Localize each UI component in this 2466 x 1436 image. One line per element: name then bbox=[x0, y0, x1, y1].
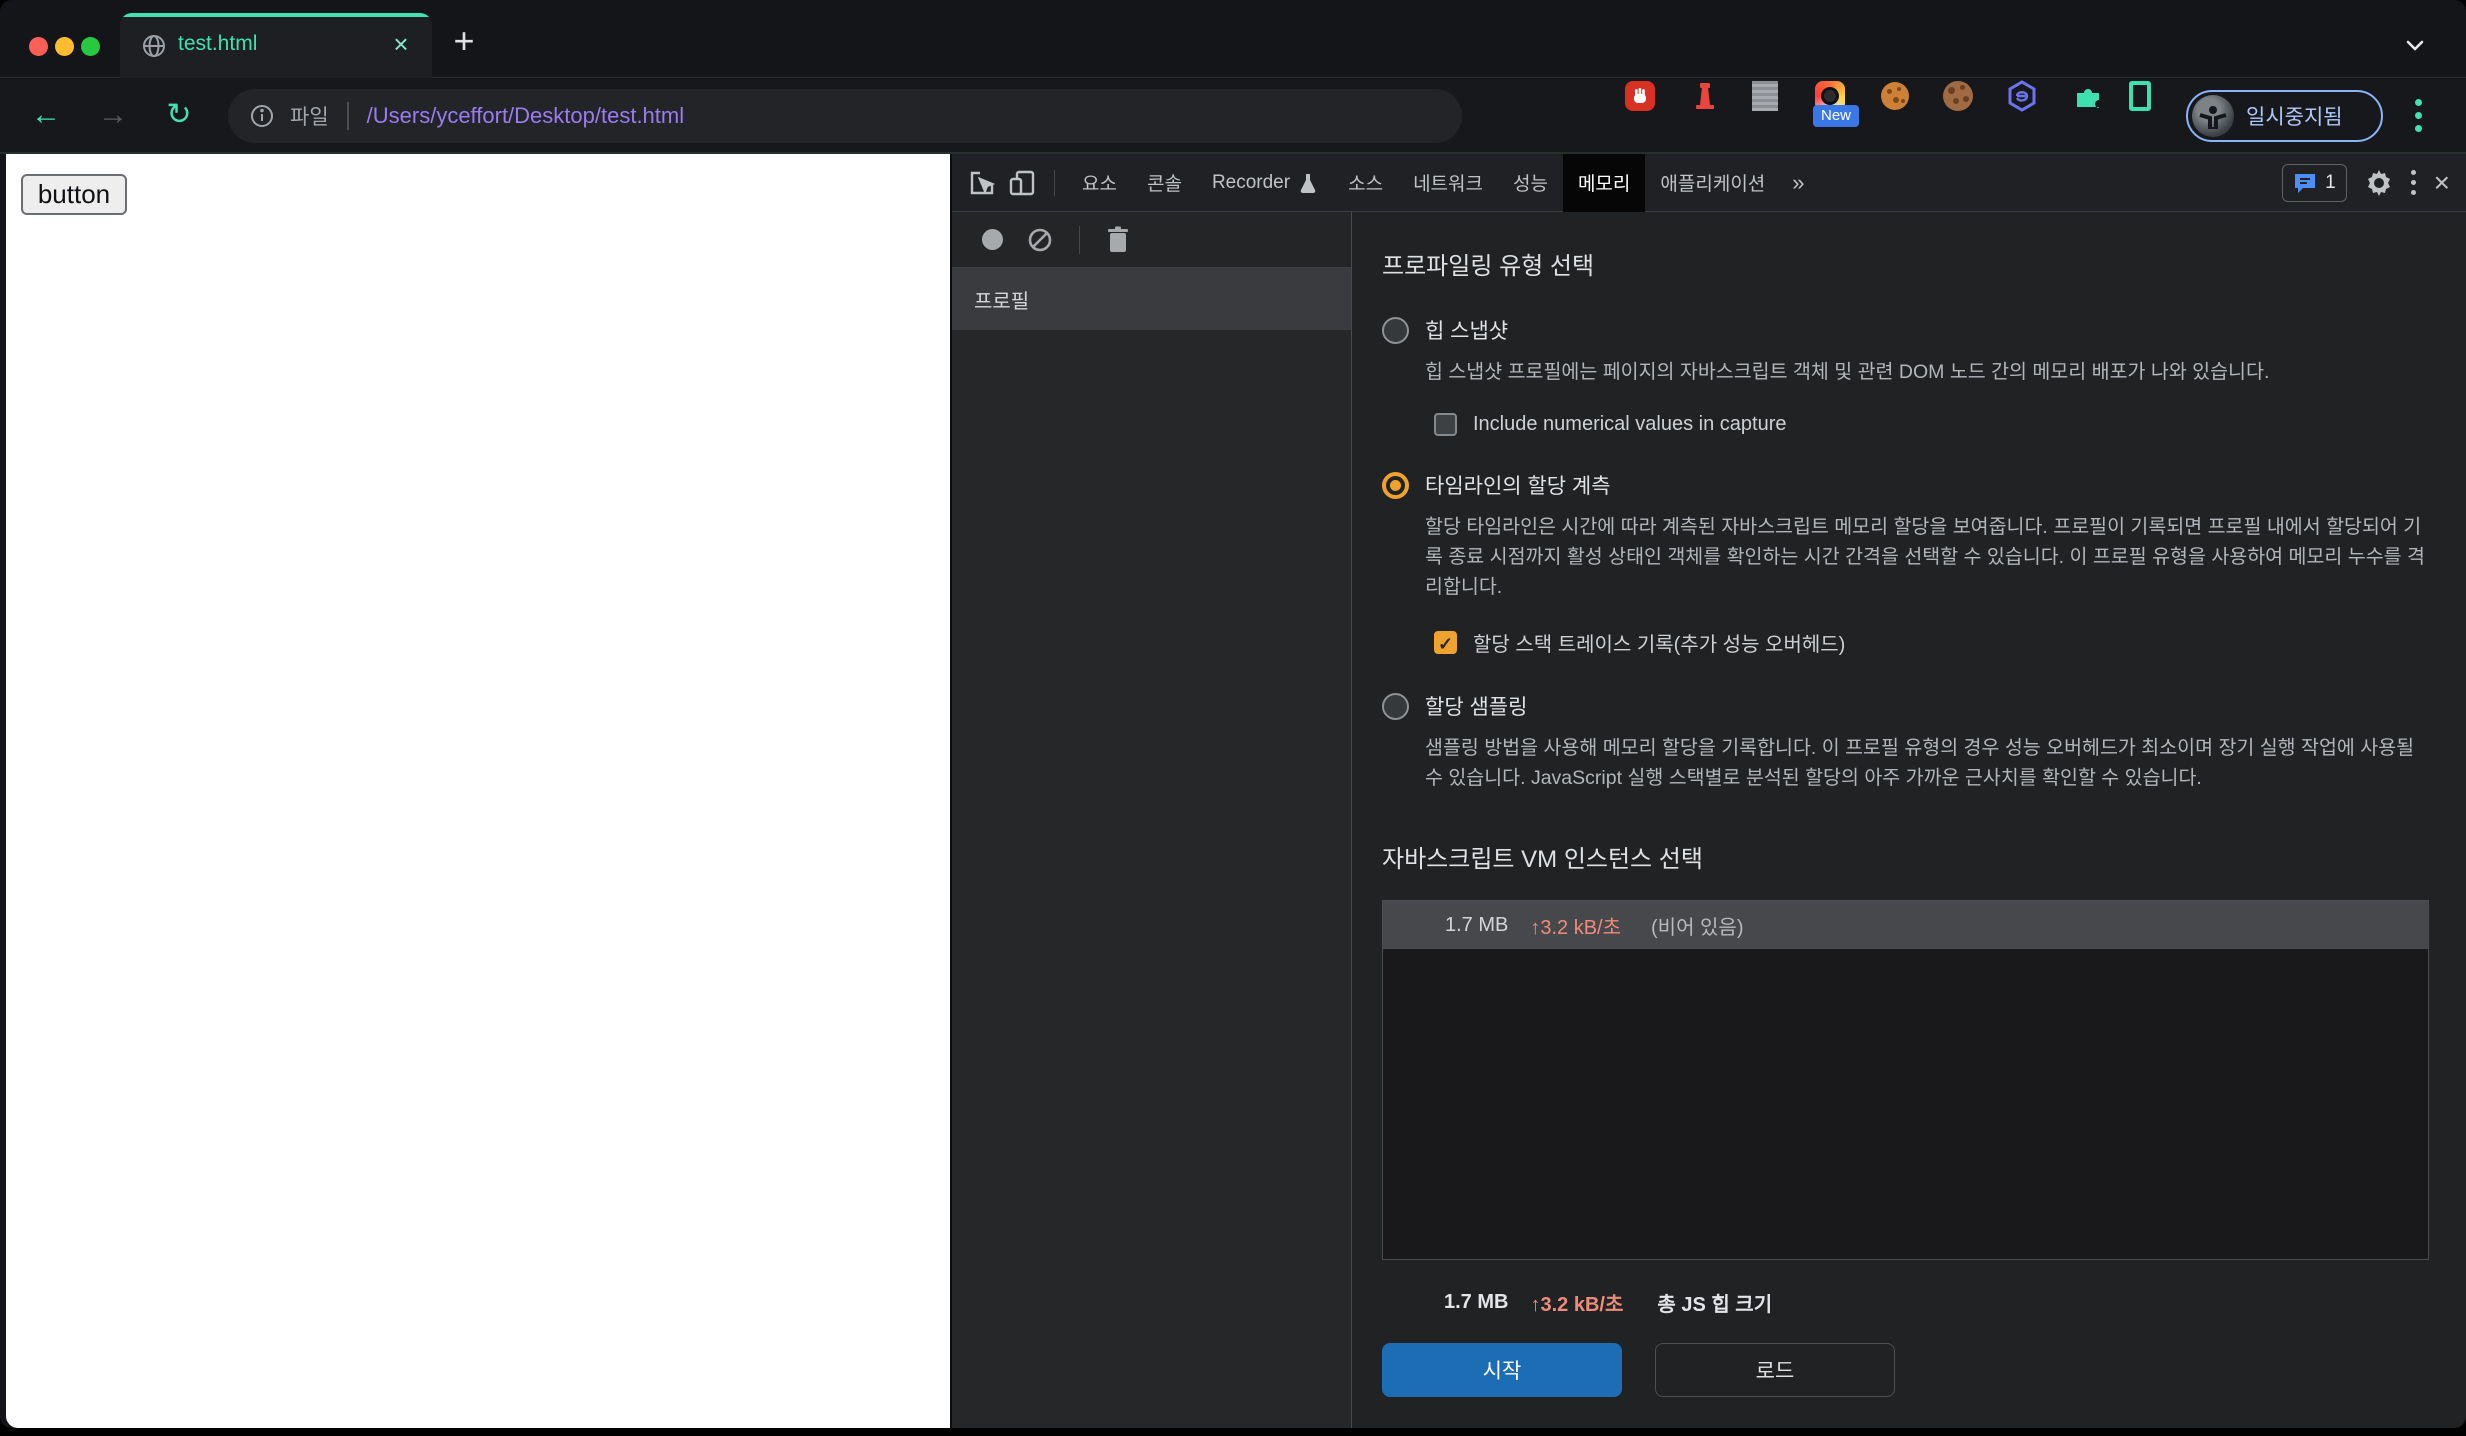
profile-status-label: 일시중지됨 bbox=[2246, 106, 2343, 129]
address-bar[interactable]: 파일 /Users/yceffort/Desktop/test.html bbox=[228, 89, 1462, 143]
profiles-sidebar-toolbar bbox=[952, 212, 1351, 268]
toolbar-divider bbox=[1054, 169, 1055, 196]
devtools-tab-recorder[interactable]: Recorder bbox=[1197, 154, 1333, 212]
traffic-close-button[interactable] bbox=[29, 37, 48, 56]
heap-snapshot-description: 힙 스냅샷 프로필에는 페이지의 자바스크립트 객체 및 관련 DOM 노드 간… bbox=[1425, 361, 2270, 383]
settings-gear-icon[interactable] bbox=[2365, 169, 2393, 197]
traffic-minimize-button[interactable] bbox=[55, 37, 74, 56]
window-frame-extension-icon[interactable] bbox=[2123, 79, 2157, 113]
reload-button[interactable]: ↻ bbox=[161, 97, 197, 133]
forward-button[interactable]: → bbox=[95, 97, 131, 133]
total-heap-label: 총 JS 힙 크기 bbox=[1657, 1294, 1773, 1316]
new-tab-button[interactable]: + bbox=[446, 23, 482, 60]
lighthouse-extension-icon[interactable] bbox=[1688, 79, 1722, 113]
devtools-tab-memory[interactable]: 메모리 bbox=[1562, 153, 1646, 212]
inspect-element-icon[interactable] bbox=[965, 166, 999, 200]
profiles-section-header[interactable]: 프로필 bbox=[952, 268, 1351, 330]
camera-new-extension-icon[interactable]: New bbox=[1813, 79, 1859, 127]
issues-count: 1 bbox=[2325, 171, 2336, 193]
delete-profile-trash-icon[interactable] bbox=[1106, 226, 1130, 254]
start-button[interactable]: 시작 bbox=[1382, 1343, 1622, 1397]
vm-instance-title: 자바스크립트 VM 인스턴스 선택 bbox=[1382, 846, 1703, 873]
gray-grid-extension-icon[interactable] bbox=[1748, 79, 1782, 113]
browser-window: test.html × + ← → ↻ 파일 /Users/yceffort/D… bbox=[0, 0, 2466, 1428]
adblock-hand-extension-icon[interactable] bbox=[1623, 79, 1657, 113]
browser-menu-icon[interactable] bbox=[2412, 99, 2424, 132]
total-heap-size: 1.7 MB bbox=[1444, 1291, 1509, 1313]
vm-heap-rate: ↑3.2 kB/초 bbox=[1530, 916, 1622, 939]
devtools-tab-console[interactable]: 콘솔 bbox=[1132, 154, 1197, 212]
radio-heap-snapshot[interactable] bbox=[1382, 316, 1409, 344]
devtools-toolbar: 요소 콘솔 Recorder 소스 네트워크 성능 메모리 애플리케이션 » 1 bbox=[952, 153, 2466, 212]
panel-actions: 시작 로드 bbox=[1382, 1343, 2430, 1397]
radio-allocation-instrumentation[interactable] bbox=[1382, 471, 1409, 499]
vm-instance-list: 1.7 MB ↑3.2 kB/초 (비어 있음) bbox=[1382, 900, 2429, 1260]
vm-instance-row[interactable]: 1.7 MB ↑3.2 kB/초 (비어 있음) bbox=[1383, 901, 2428, 949]
checkbox-include-numerical[interactable] bbox=[1434, 413, 1457, 436]
devtools-toolbar-right: 1 × bbox=[2282, 163, 2466, 202]
memory-panel-main: 프로파일링 유형 선택 힙 스냅샷 힙 스냅샷 프로필에는 페이지의 자바스크립… bbox=[1352, 212, 2466, 1428]
traffic-zoom-button[interactable] bbox=[81, 37, 100, 56]
globe-favicon-icon bbox=[143, 35, 165, 57]
devtools-menu-icon[interactable] bbox=[2410, 170, 2416, 195]
cookie-extension-icon[interactable] bbox=[1878, 79, 1912, 113]
devtools-tab-performance[interactable]: 성능 bbox=[1498, 154, 1563, 212]
url-text[interactable]: /Users/yceffort/Desktop/test.html bbox=[367, 103, 684, 129]
tab-title: test.html bbox=[178, 32, 258, 55]
page-info-icon[interactable] bbox=[250, 104, 274, 128]
address-separator bbox=[346, 102, 349, 130]
issues-bubble-icon bbox=[2295, 173, 2316, 193]
profiling-type-title: 프로파일링 유형 선택 bbox=[1382, 253, 1595, 280]
profile-chip[interactable]: 일시중지됨 bbox=[2186, 90, 2383, 142]
tab-close-icon[interactable]: × bbox=[384, 27, 418, 61]
devtools-tab-elements[interactable]: 요소 bbox=[1067, 154, 1132, 212]
sidebar-toolbar-divider bbox=[1079, 225, 1080, 254]
issues-counter[interactable]: 1 bbox=[2282, 163, 2347, 202]
record-profile-icon[interactable] bbox=[982, 229, 1003, 250]
option-allocation-sampling[interactable]: 할당 샘플링 bbox=[1382, 691, 2430, 721]
devtools-tab-application[interactable]: 애플리케이션 bbox=[1645, 154, 1780, 212]
up-arrow-icon: ↑ bbox=[1530, 916, 1541, 939]
allocation-instrumentation-description: 할당 타임라인은 시간에 따라 계측된 자바스크립트 메모리 할당을 보여줍니다… bbox=[1425, 516, 2425, 598]
url-scheme-label: 파일 bbox=[290, 106, 329, 129]
browser-toolbar: ← → ↻ 파일 /Users/yceffort/Desktop/test.ht… bbox=[0, 79, 2466, 211]
tab-strip: test.html × + bbox=[0, 0, 2466, 78]
devtools-tab-network[interactable]: 네트워크 bbox=[1398, 154, 1498, 212]
devtools-panel: 요소 콘솔 Recorder 소스 네트워크 성능 메모리 애플리케이션 » 1 bbox=[950, 153, 2466, 1428]
puzzle-extension-icon[interactable] bbox=[2071, 79, 2105, 113]
total-heap-rate: ↑3.2 kB/초 bbox=[1530, 1294, 1624, 1316]
device-toolbar-icon[interactable] bbox=[1005, 166, 1039, 200]
extension-new-badge: New bbox=[1813, 105, 1859, 127]
profiles-sidebar: 프로필 bbox=[952, 212, 1352, 1428]
page-button[interactable]: button bbox=[21, 174, 127, 215]
option-allocation-instrumentation[interactable]: 타임라인의 할당 계측 bbox=[1382, 470, 2430, 500]
clear-all-icon[interactable] bbox=[1027, 227, 1053, 253]
vm-heap-size: 1.7 MB bbox=[1445, 913, 1509, 936]
include-numerical-checkbox-row[interactable]: Include numerical values in capture bbox=[1434, 413, 2430, 436]
tab-search-chevron-icon[interactable] bbox=[2398, 28, 2432, 62]
radio-allocation-sampling[interactable] bbox=[1382, 692, 1409, 720]
browser-tab[interactable]: test.html × bbox=[120, 13, 432, 78]
active-tab-accent-stripe bbox=[120, 13, 432, 17]
web-page-viewport: button bbox=[6, 154, 950, 1428]
devtools-close-icon[interactable]: × bbox=[2434, 168, 2450, 197]
load-button[interactable]: 로드 bbox=[1655, 1343, 1895, 1397]
back-button[interactable]: ← bbox=[28, 97, 64, 133]
record-stack-traces-checkbox-row[interactable]: ✓ 할당 스택 트레이스 기록(추가 성능 오버헤드) bbox=[1434, 628, 2430, 657]
checkbox-record-stack-traces[interactable]: ✓ bbox=[1434, 631, 1457, 654]
vm-instance-state: (비어 있음) bbox=[1651, 916, 1744, 939]
experiment-flask-icon bbox=[1300, 173, 1316, 193]
total-heap-stats: 1.7 MB ↑3.2 kB/초 총 JS 힙 크기 bbox=[1382, 1288, 2430, 1317]
devtools-tab-sources[interactable]: 소스 bbox=[1333, 154, 1398, 212]
hexagon-logo-extension-icon[interactable] bbox=[2005, 79, 2039, 113]
up-arrow-icon: ↑ bbox=[1530, 1294, 1541, 1316]
cookie-brown-extension-icon[interactable] bbox=[1941, 79, 1975, 113]
more-tabs-icon[interactable]: » bbox=[1780, 170, 1816, 196]
allocation-sampling-description: 샘플링 방법을 사용해 메모리 할당을 기록합니다. 이 프로필 유형의 경우 … bbox=[1425, 737, 2415, 789]
avatar bbox=[2192, 95, 2234, 137]
window-content: button 요소 콘솔 Recorder 소스 네트워크 성능 메모리 애플리… bbox=[0, 152, 2466, 1428]
devtools-body: 프로필 프로파일링 유형 선택 힙 스냅샷 힙 스냅샷 프로필에는 페이지의 자… bbox=[952, 212, 2466, 1428]
option-heap-snapshot[interactable]: 힙 스냅샷 bbox=[1382, 315, 2430, 345]
